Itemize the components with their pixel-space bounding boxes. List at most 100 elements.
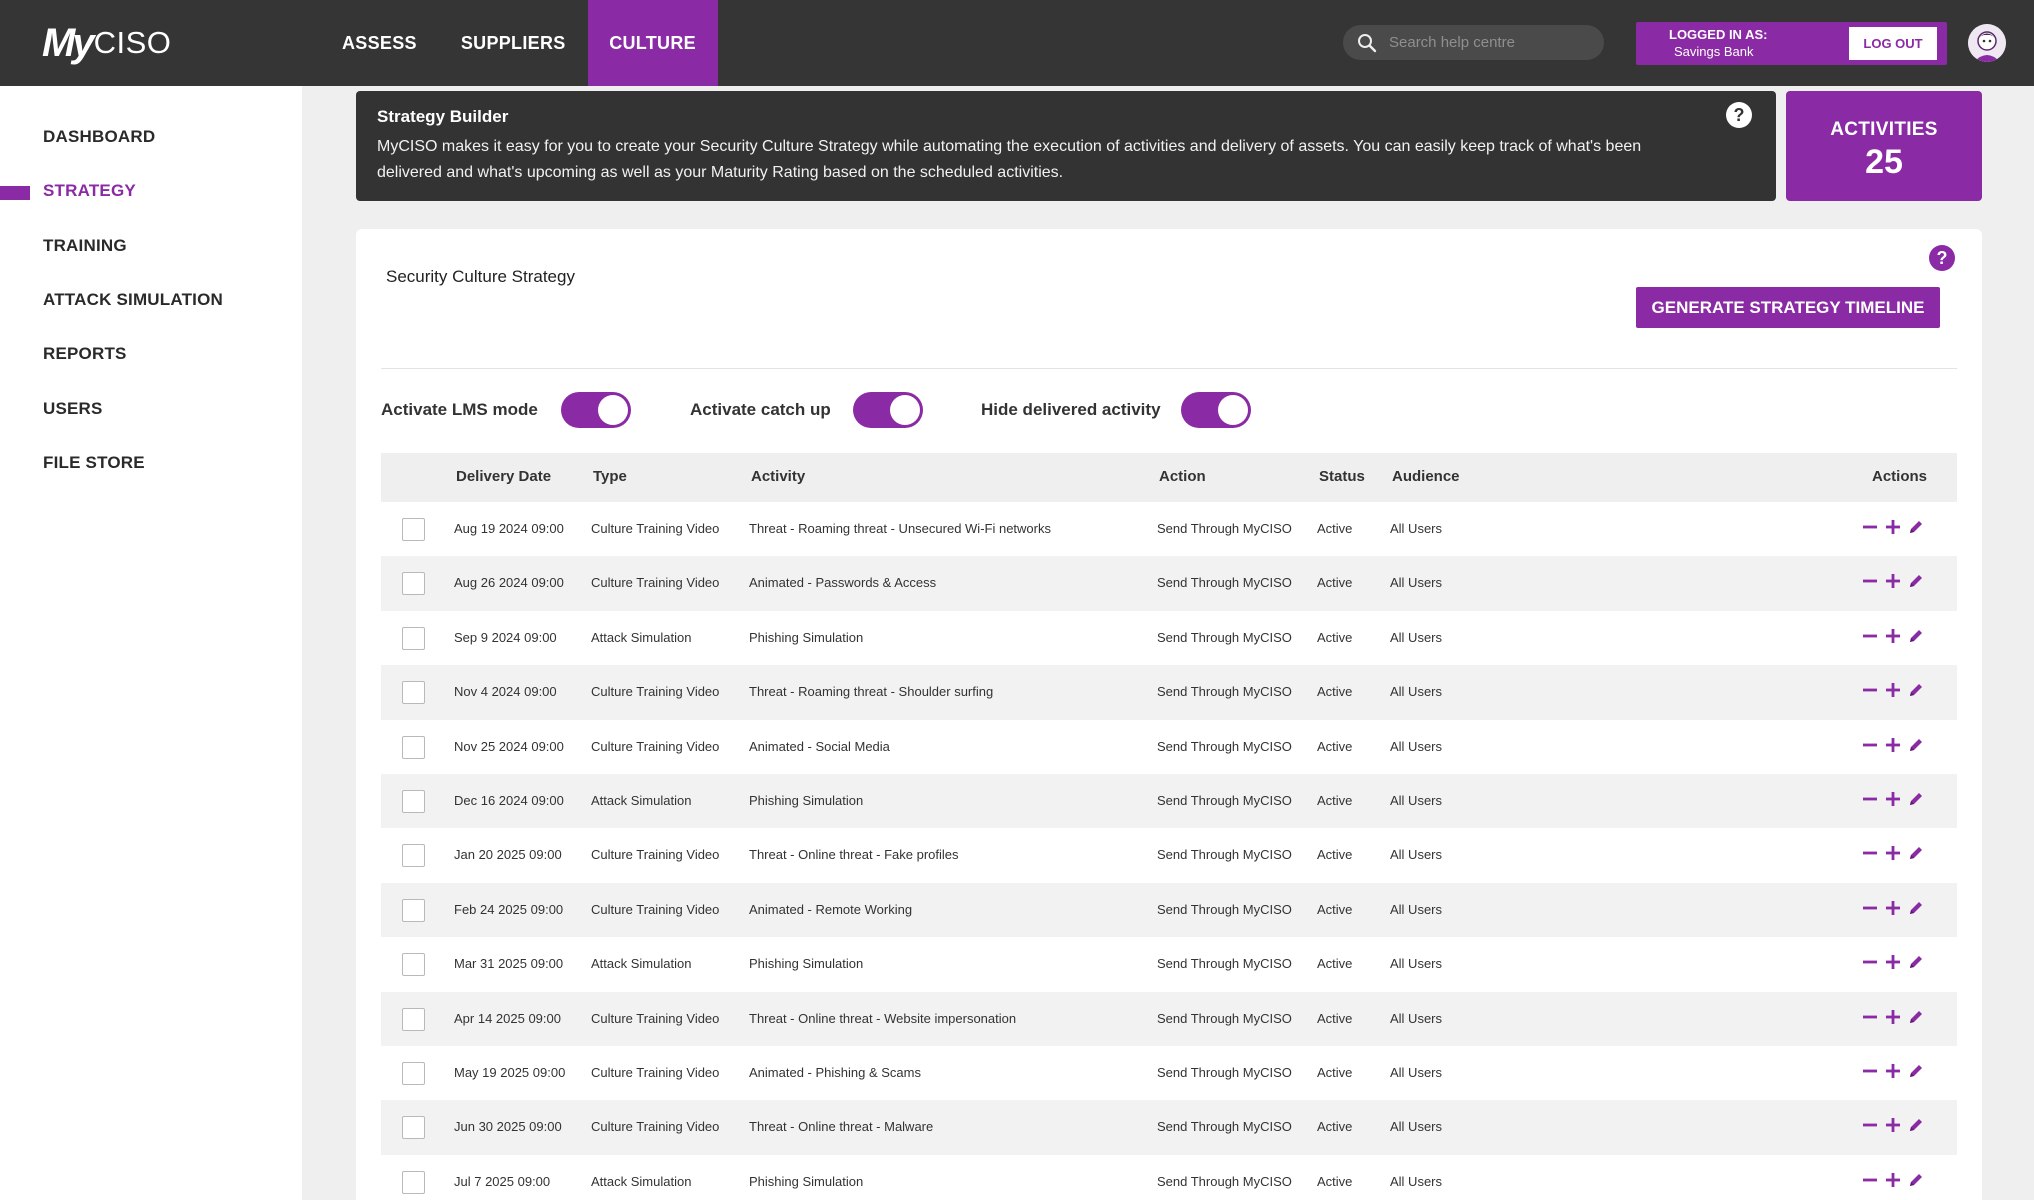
active-indicator [0,186,30,200]
cell-action: Send Through MyCISO [1157,956,1292,972]
logout-button[interactable]: LOG OUT [1849,27,1937,60]
remove-icon[interactable] [1861,1062,1879,1080]
cell-action: Send Through MyCISO [1157,1119,1292,1135]
remove-icon[interactable] [1861,572,1879,590]
add-icon[interactable] [1884,736,1902,754]
add-icon[interactable] [1884,1171,1902,1189]
row-checkbox[interactable] [402,789,425,813]
sidebar-item-users[interactable]: USERS [43,399,103,419]
edit-icon[interactable] [1907,1008,1925,1026]
header-status[interactable]: Status [1319,468,1365,485]
row-checkbox[interactable] [402,1007,425,1031]
add-icon[interactable] [1884,1008,1902,1026]
sidebar-item-training[interactable]: TRAINING [43,236,127,256]
cell-delivery-date: Nov 4 2024 09:00 [454,684,557,700]
row-checkbox[interactable] [402,518,425,541]
remove-icon[interactable] [1861,844,1879,862]
edit-icon[interactable] [1907,627,1925,645]
nav-assess[interactable]: ASSESS [320,0,439,86]
remove-icon[interactable] [1861,1008,1879,1026]
header-delivery-date[interactable]: Delivery Date [456,468,551,485]
edit-icon[interactable] [1907,572,1925,590]
catch-up-toggle[interactable] [853,392,923,428]
row-checkbox[interactable] [402,1116,425,1140]
row-checkbox[interactable] [402,1061,425,1085]
activities-label: ACTIVITIES [1830,119,1938,140]
search-input[interactable] [1389,34,1589,51]
cell-status: Active [1317,1064,1353,1080]
add-icon[interactable] [1884,953,1902,971]
row-checkbox[interactable] [402,681,425,705]
header-activity[interactable]: Activity [751,468,805,485]
remove-icon[interactable] [1861,1116,1879,1134]
row-checkbox[interactable] [402,1170,425,1194]
cell-type: Culture Training Video [591,738,720,754]
cell-status: Active [1317,629,1353,645]
remove-icon[interactable] [1861,790,1879,808]
toggle-label-hide-delivered: Hide delivered activity [981,400,1161,419]
row-checkbox[interactable] [402,572,425,596]
add-icon[interactable] [1884,518,1902,536]
generate-strategy-timeline-button[interactable]: GENERATE STRATEGY TIMELINE [1636,287,1940,328]
add-icon[interactable] [1884,790,1902,808]
row-checkbox[interactable] [402,735,425,759]
row-checkbox[interactable] [402,953,425,977]
nav-culture[interactable]: CULTURE [587,0,718,86]
remove-icon[interactable] [1861,953,1879,971]
remove-icon[interactable] [1861,627,1879,645]
cell-activity: Threat - Online threat - Website imperso… [749,1010,1017,1026]
sidebar-item-strategy[interactable]: STRATEGY [43,181,136,201]
banner-help-icon[interactable]: ? [1726,102,1752,128]
edit-icon[interactable] [1907,953,1925,971]
edit-icon[interactable] [1907,844,1925,862]
add-icon[interactable] [1884,899,1902,917]
edit-icon[interactable] [1907,1116,1925,1134]
cell-audience: All Users [1390,901,1443,917]
add-icon[interactable] [1884,681,1902,699]
edit-icon[interactable] [1907,1062,1925,1080]
user-avatar-icon [1968,24,2006,62]
row-checkbox[interactable] [402,626,425,650]
remove-icon[interactable] [1861,736,1879,754]
sidebar-item-reports[interactable]: REPORTS [43,344,127,364]
cell-audience: All Users [1390,847,1443,863]
header-action[interactable]: Action [1159,468,1206,485]
row-checkbox[interactable] [402,844,425,868]
edit-icon[interactable] [1907,790,1925,808]
add-icon[interactable] [1884,1062,1902,1080]
add-icon[interactable] [1884,627,1902,645]
avatar[interactable] [1968,24,2006,62]
cell-action: Send Through MyCISO [1157,521,1292,536]
edit-icon[interactable] [1907,1171,1925,1189]
add-icon[interactable] [1884,572,1902,590]
nav-suppliers[interactable]: SUPPLIERS [439,0,588,86]
hide-delivered-toggle[interactable] [1181,392,1251,428]
sidebar-item-file-store[interactable]: FILE STORE [43,453,145,473]
remove-icon[interactable] [1861,1171,1879,1189]
add-icon[interactable] [1884,844,1902,862]
panel-title: Security Culture Strategy [386,267,575,286]
header-audience[interactable]: Audience [1392,468,1460,485]
edit-icon[interactable] [1907,518,1925,536]
remove-icon[interactable] [1861,518,1879,536]
edit-icon[interactable] [1907,899,1925,917]
cell-activity: Animated - Social Media [749,738,890,754]
cell-activity: Animated - Passwords & Access [749,575,937,591]
row-checkbox[interactable] [402,898,425,922]
panel-help-icon[interactable]: ? [1929,245,1955,271]
banner-title: Strategy Builder [377,107,509,126]
add-icon[interactable] [1884,1116,1902,1134]
remove-icon[interactable] [1861,681,1879,699]
header-actions: Actions [1872,468,1928,485]
sidebar-item-dashboard[interactable]: DASHBOARD [43,127,155,147]
myciso-logo[interactable]: My CISO [42,20,171,66]
lms-mode-toggle[interactable] [561,392,631,428]
cell-delivery-date: Sep 9 2024 09:00 [454,629,557,645]
sidebar: DASHBOARD STRATEGY TRAINING ATTACK SIMUL… [0,86,302,1200]
remove-icon[interactable] [1861,899,1879,917]
header-type[interactable]: Type [593,468,627,485]
edit-icon[interactable] [1907,736,1925,754]
search-box[interactable] [1343,25,1604,60]
edit-icon[interactable] [1907,681,1925,699]
sidebar-item-attack-simulation[interactable]: ATTACK SIMULATION [43,290,223,310]
